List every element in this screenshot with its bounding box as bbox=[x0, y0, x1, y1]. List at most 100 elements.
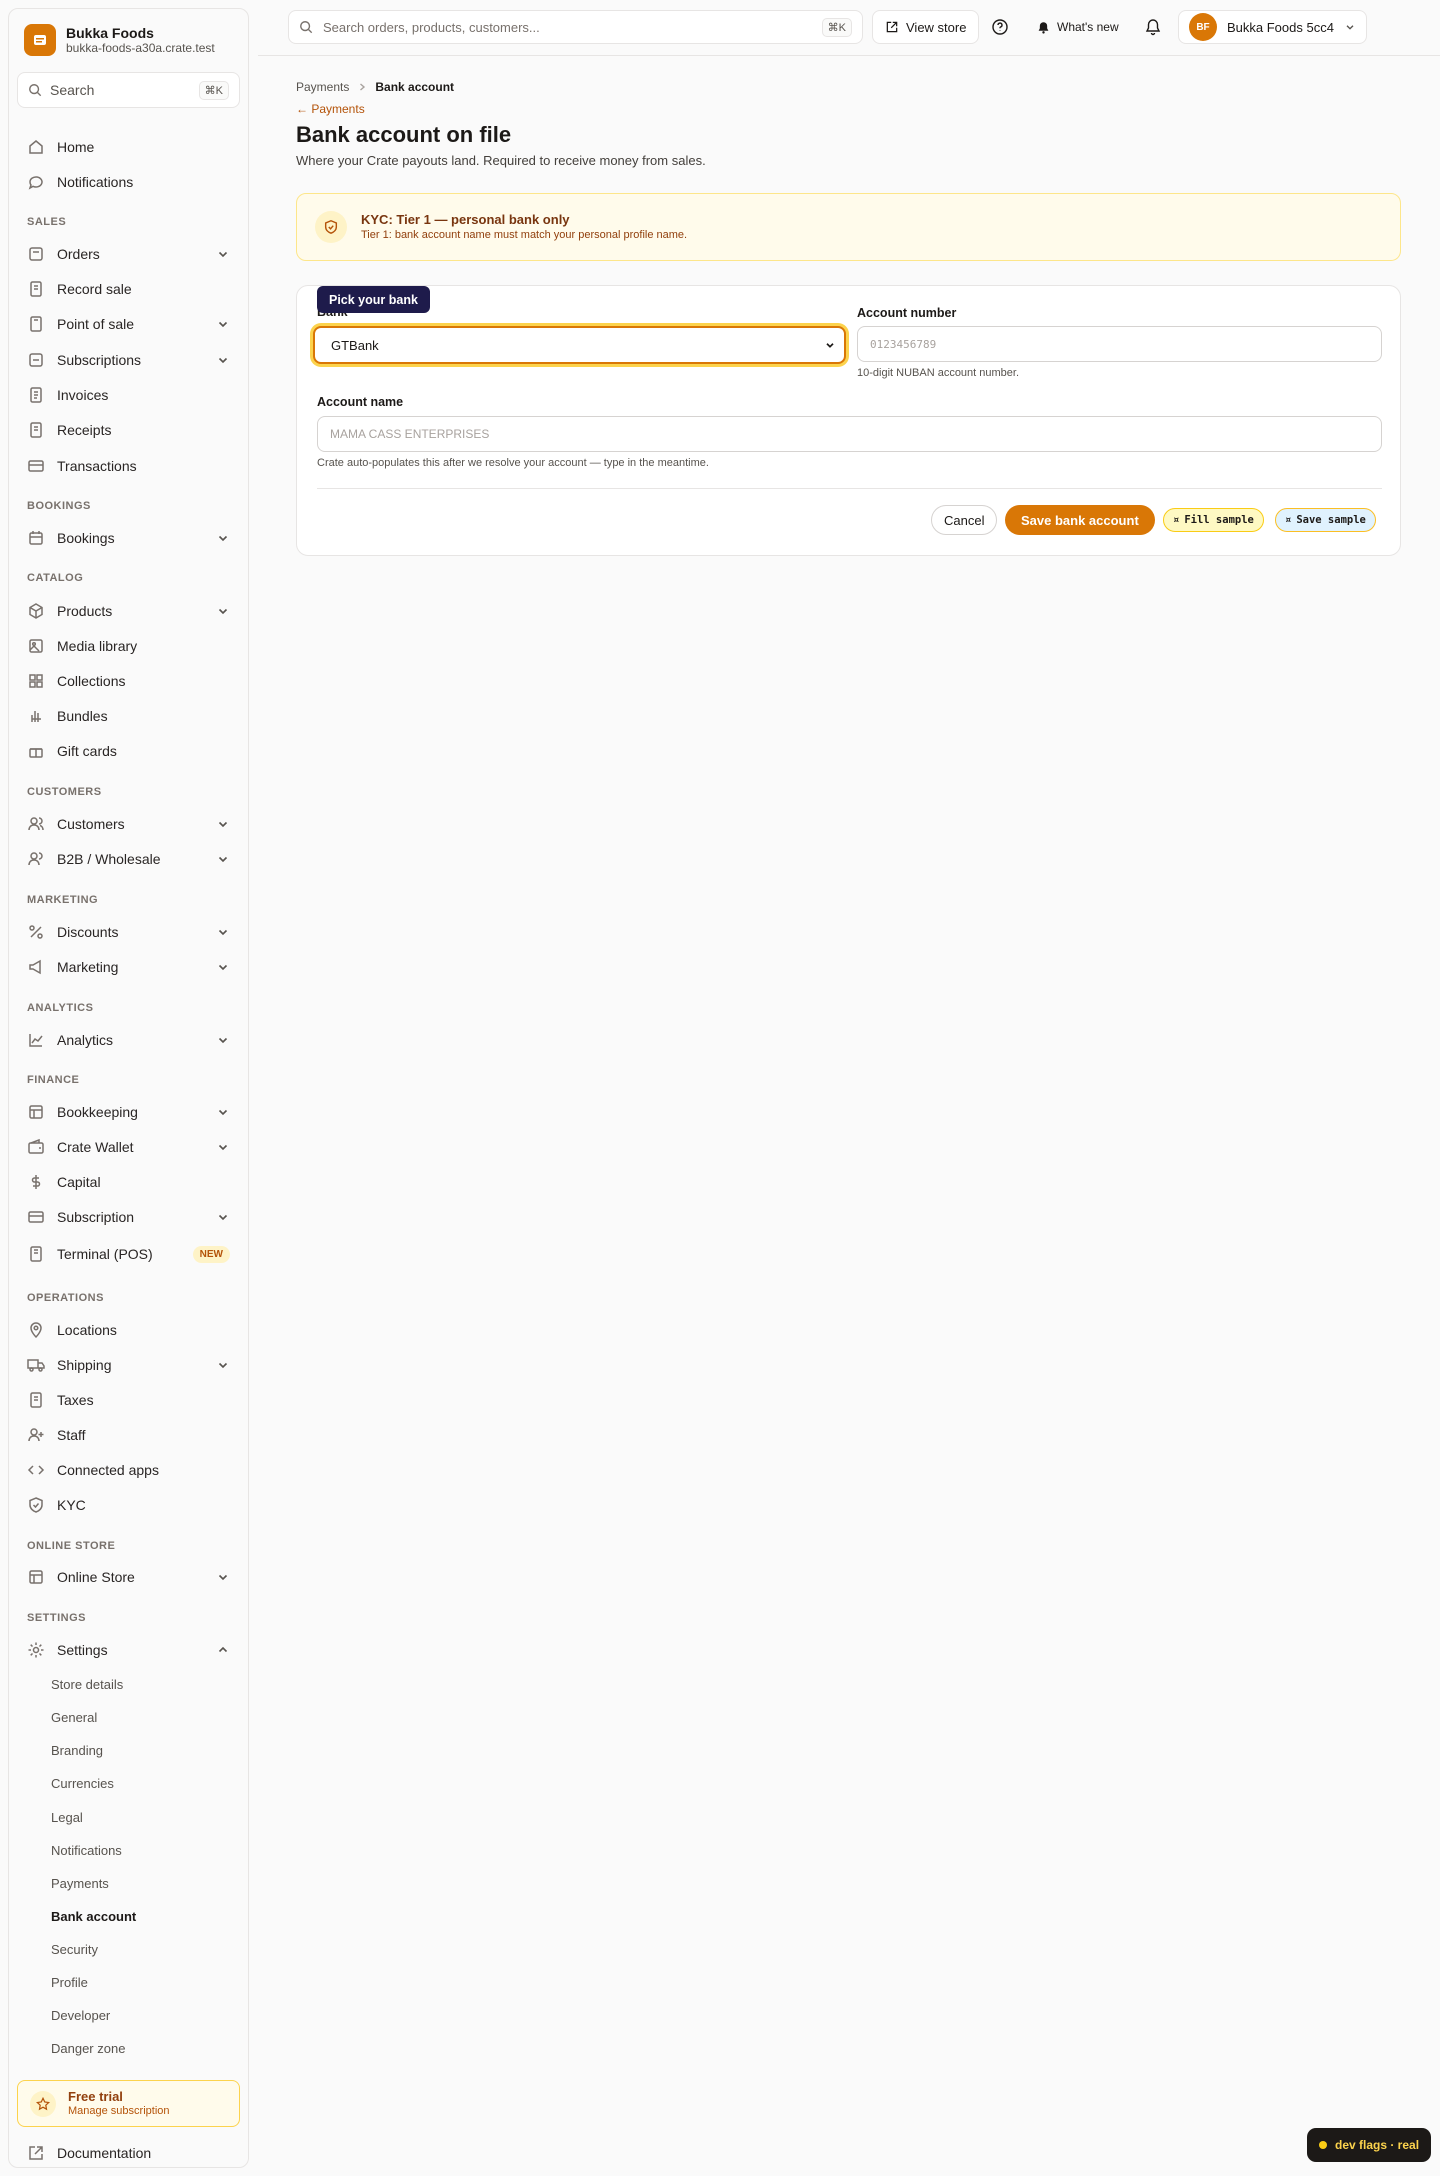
store-brand[interactable]: Bukka Foods bukka-foods-a30a.crate.test bbox=[24, 24, 215, 56]
cancel-button[interactable]: Cancel bbox=[931, 505, 998, 535]
sidebar-item-label: Transactions bbox=[57, 458, 137, 474]
settings-sub-store-details[interactable]: Store details bbox=[51, 1677, 123, 1692]
view-store-button[interactable]: View store bbox=[872, 10, 980, 44]
account-name-hint: Crate auto-populates this after we resol… bbox=[317, 457, 709, 469]
bank-select[interactable]: GTBank bbox=[313, 326, 846, 364]
sidebar-item-products[interactable]: Products bbox=[17, 596, 240, 626]
chevron-down-icon bbox=[218, 856, 228, 863]
sidebar-item-taxes[interactable]: Taxes bbox=[17, 1385, 240, 1415]
settings-sub-bank-account[interactable]: Bank account bbox=[51, 1909, 136, 1924]
sidebar-item-notifications[interactable]: Notifications bbox=[17, 167, 240, 197]
chevron-down-icon bbox=[218, 321, 228, 328]
chevron-down-icon bbox=[218, 929, 228, 936]
kyc-notice: KYC: Tier 1 — personal bank only Tier 1:… bbox=[296, 193, 1401, 261]
fill-sample-button[interactable]: ¤ Fill sample bbox=[1163, 508, 1264, 532]
settings-sub-branding[interactable]: Branding bbox=[51, 1743, 103, 1758]
sidebar-item-terminal-pos[interactable]: Terminal (POS) NEW bbox=[17, 1239, 240, 1269]
sidebar-item-customers[interactable]: Customers bbox=[17, 809, 240, 839]
sidebar-item-discounts[interactable]: Discounts bbox=[17, 917, 240, 947]
settings-sub-danger-zone[interactable]: Danger zone bbox=[51, 2041, 125, 2056]
section-analytics: ANALYTICS bbox=[27, 1002, 94, 1014]
breadcrumb-payments[interactable]: Payments bbox=[296, 80, 349, 94]
sidebar-item-transactions[interactable]: Transactions bbox=[17, 451, 240, 481]
sidebar-item-bundles[interactable]: Bundles bbox=[17, 701, 240, 731]
ledger-icon bbox=[29, 1105, 43, 1119]
sidebar-item-collections[interactable]: Collections bbox=[17, 666, 240, 696]
sidebar: Bukka Foods bukka-foods-a30a.crate.test … bbox=[8, 8, 249, 2168]
grid-icon bbox=[29, 674, 43, 688]
sidebar-item-kyc[interactable]: KYC bbox=[17, 1490, 240, 1520]
sidebar-item-connected-apps[interactable]: Connected apps bbox=[17, 1455, 240, 1485]
global-search-placeholder: Search orders, products, customers... bbox=[323, 19, 540, 35]
sidebar-item-media-library[interactable]: Media library bbox=[17, 631, 240, 661]
sidebar-item-shipping[interactable]: Shipping bbox=[17, 1350, 240, 1380]
sidebar-item-gift-cards[interactable]: Gift cards bbox=[17, 736, 240, 766]
sidebar-item-point-of-sale[interactable]: Point of sale bbox=[17, 309, 240, 339]
store-switcher[interactable]: BF Bukka Foods 5cc4 bbox=[1178, 10, 1367, 44]
sidebar-item-crate-wallet[interactable]: Crate Wallet bbox=[17, 1132, 240, 1162]
sidebar-search-input[interactable]: Search ⌘K bbox=[17, 72, 240, 108]
sparkle-icon: ¤ bbox=[1173, 514, 1180, 526]
save-sample-button[interactable]: ¤ Save sample bbox=[1275, 508, 1376, 532]
bell-icon bbox=[1145, 19, 1161, 36]
sidebar-item-marketing[interactable]: Marketing bbox=[17, 952, 240, 982]
sidebar-item-subscriptions[interactable]: Subscriptions bbox=[17, 345, 240, 375]
settings-sub-developer[interactable]: Developer bbox=[51, 2008, 110, 2023]
account-name-input[interactable]: MAMA CASS ENTERPRISES bbox=[317, 416, 1382, 452]
sidebar-item-capital[interactable]: Capital bbox=[17, 1167, 240, 1197]
help-button[interactable] bbox=[991, 10, 1009, 44]
sidebar-item-staff[interactable]: Staff bbox=[17, 1420, 240, 1450]
search-icon bbox=[29, 84, 42, 97]
sidebar-item-settings[interactable]: Settings bbox=[17, 1635, 240, 1665]
dev-flags-label: dev flags · real bbox=[1335, 2138, 1420, 2152]
sidebar-item-label: Connected apps bbox=[57, 1462, 159, 1478]
settings-sub-payments[interactable]: Payments bbox=[51, 1876, 109, 1891]
sidebar-item-orders[interactable]: Orders bbox=[17, 239, 240, 269]
sidebar-item-online-store[interactable]: Online Store bbox=[17, 1562, 240, 1592]
account-number-input[interactable]: 0123456789 bbox=[857, 326, 1382, 362]
sidebar-item-invoices[interactable]: Invoices bbox=[17, 380, 240, 410]
notifications-button[interactable] bbox=[1144, 10, 1162, 44]
chevron-down-icon bbox=[218, 964, 228, 971]
back-to-payments-link[interactable]: ← Payments bbox=[296, 102, 365, 116]
line-chart-icon bbox=[29, 1034, 43, 1047]
sidebar-item-record-sale[interactable]: Record sale bbox=[17, 274, 240, 304]
sidebar-item-home[interactable]: Home bbox=[17, 132, 240, 162]
megaphone-icon bbox=[29, 959, 41, 975]
section-marketing: MARKETING bbox=[27, 894, 99, 906]
breadcrumb: Payments Bank account bbox=[296, 80, 454, 94]
sidebar-item-label: Subscriptions bbox=[57, 352, 142, 368]
manage-subscription-link[interactable]: Manage subscription bbox=[68, 2104, 170, 2118]
settings-sub-notifications[interactable]: Notifications bbox=[51, 1843, 122, 1858]
chevron-down-icon bbox=[218, 1037, 228, 1044]
sidebar-item-locations[interactable]: Locations bbox=[17, 1315, 240, 1345]
settings-sub-security[interactable]: Security bbox=[51, 1942, 98, 1957]
settings-sub-currencies[interactable]: Currencies bbox=[51, 1776, 114, 1791]
free-trial-card[interactable]: Free trial Manage subscription bbox=[17, 2080, 240, 2127]
whats-new-button[interactable]: What's new bbox=[1037, 10, 1119, 44]
register-icon bbox=[30, 316, 42, 332]
sidebar-item-analytics[interactable]: Analytics bbox=[17, 1025, 240, 1055]
settings-sub-legal[interactable]: Legal bbox=[51, 1810, 83, 1825]
dev-flags-pill[interactable]: dev flags · real bbox=[1307, 2128, 1432, 2162]
settings-sub-profile[interactable]: Profile bbox=[51, 1975, 88, 1990]
sidebar-item-label: Locations bbox=[57, 1322, 117, 1338]
sidebar-item-label: Documentation bbox=[57, 2145, 152, 2161]
chevron-right-icon bbox=[360, 83, 366, 91]
section-finance: FINANCE bbox=[27, 1074, 80, 1086]
sidebar-item-label: Shipping bbox=[57, 1357, 112, 1373]
settings-sub-general[interactable]: General bbox=[51, 1710, 97, 1725]
save-bank-account-button[interactable]: Save bank account bbox=[1005, 505, 1155, 535]
sidebar-item-label: Home bbox=[57, 139, 95, 155]
sidebar-item-bookings[interactable]: Bookings bbox=[17, 523, 240, 553]
sidebar-item-subscription[interactable]: Subscription bbox=[17, 1202, 240, 1232]
sidebar-item-documentation[interactable]: Documentation bbox=[17, 2138, 240, 2168]
sidebar-item-receipts[interactable]: Receipts bbox=[17, 415, 240, 445]
sidebar-item-bookkeeping[interactable]: Bookkeeping bbox=[17, 1097, 240, 1127]
sidebar-item-label: Products bbox=[57, 603, 113, 619]
section-settings: SETTINGS bbox=[27, 1612, 87, 1624]
global-search-input[interactable]: Search orders, products, customers... ⌘K bbox=[288, 10, 863, 44]
store-name: Bukka Foods bbox=[66, 25, 154, 41]
sidebar-item-label: Record sale bbox=[57, 281, 132, 297]
sidebar-item-b2b-wholesale[interactable]: B2B / Wholesale bbox=[17, 844, 240, 874]
